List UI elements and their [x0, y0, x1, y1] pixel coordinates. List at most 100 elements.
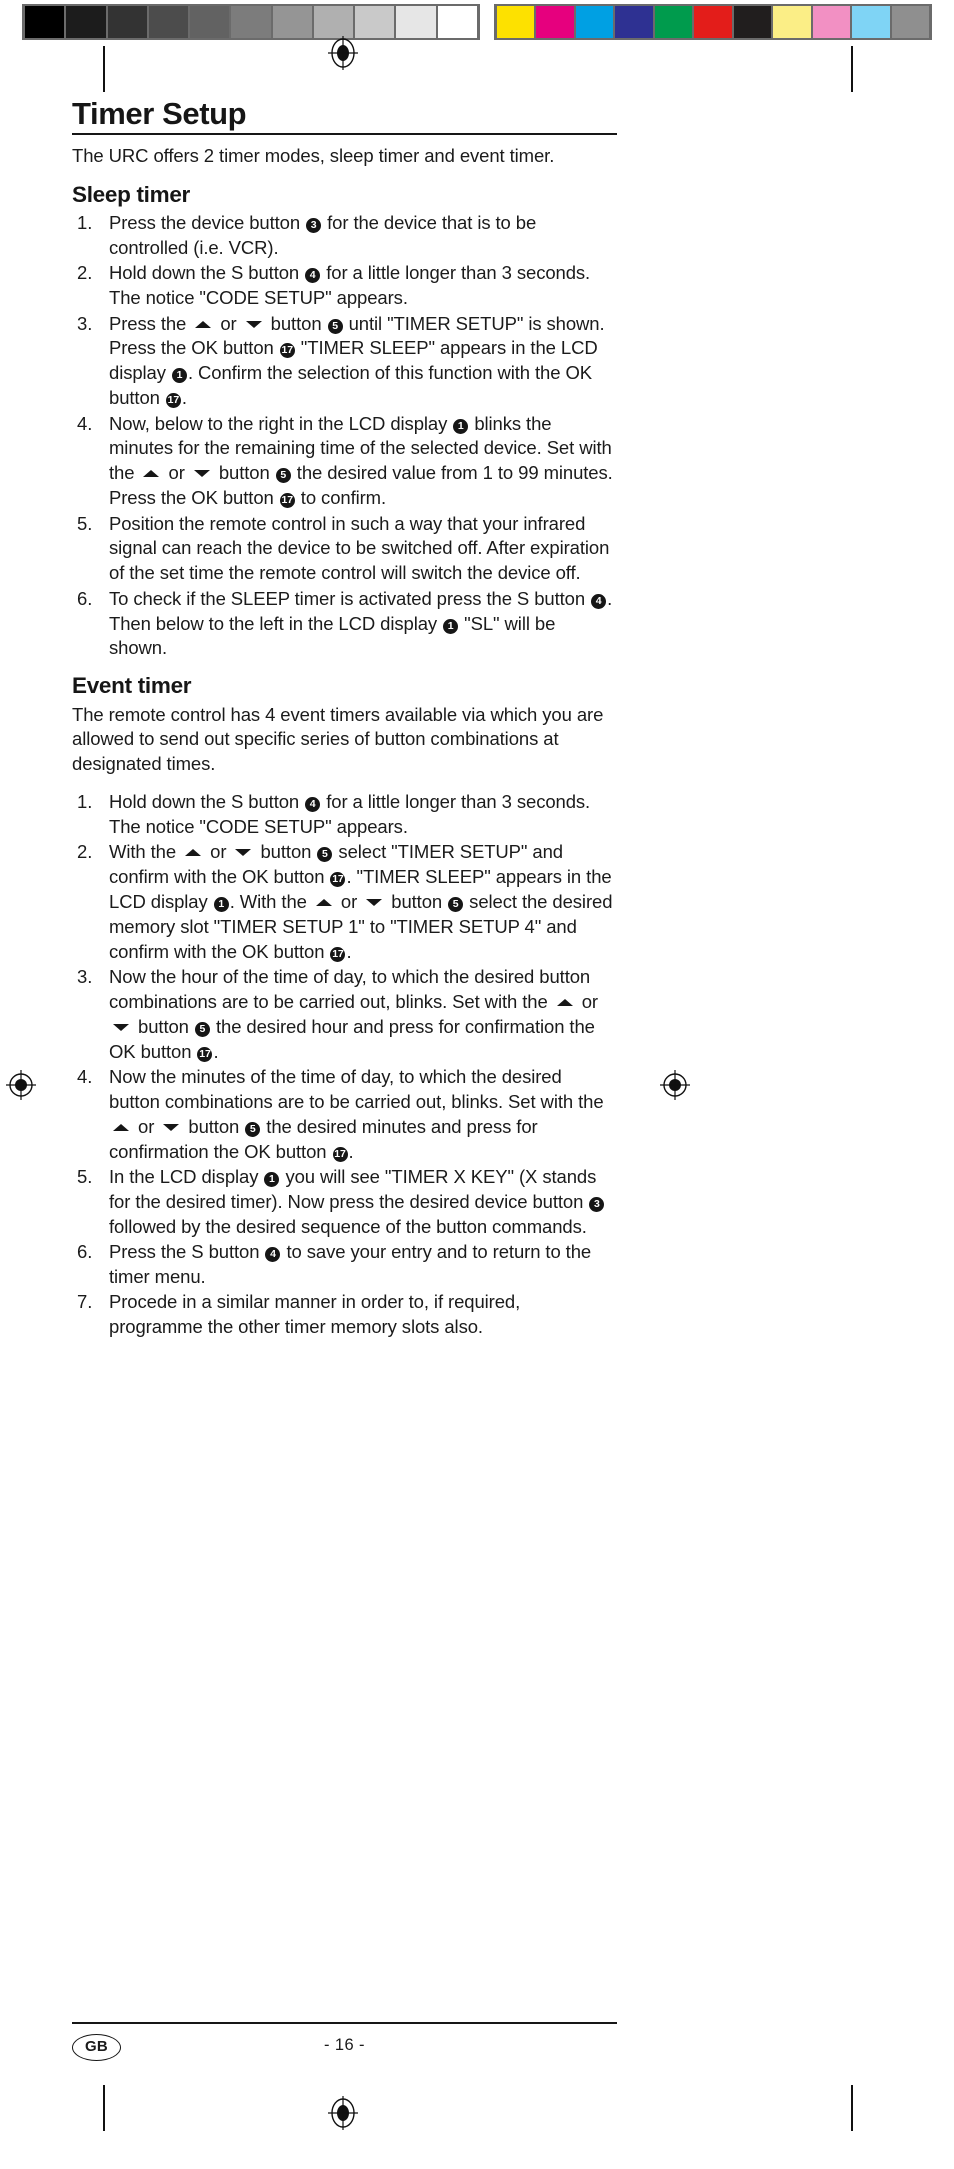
step-number: 1.: [77, 212, 93, 234]
step-item: 2. With the or button 5 select "TIMER SET…: [72, 840, 617, 964]
print-calibration-strip: [22, 4, 932, 40]
calibration-swatch-gray-1: [66, 6, 106, 38]
step-text: Now the minutes of the time of day, to w…: [109, 1066, 604, 1112]
reference-marker-17: 17: [279, 343, 295, 359]
step-text: Press the S button: [109, 1241, 265, 1263]
calibration-swatch-gray-5: [231, 6, 271, 38]
step-number: 5.: [77, 512, 93, 534]
step-text: the desired minutes and press for confir…: [109, 1115, 538, 1162]
reference-marker-1: 1: [453, 418, 469, 434]
reference-marker-17: 17: [330, 872, 346, 888]
calibration-swatch-color-8: [812, 6, 851, 38]
reference-marker-17: 17: [330, 946, 346, 962]
step-item: 3. Press the or button 5 until "TIMER SET…: [72, 312, 617, 412]
footer-divider: [72, 2022, 617, 2025]
step-item: 4. Now, below to the right in the LCD dis…: [72, 412, 617, 512]
calibration-swatch-gray-7: [313, 6, 354, 38]
reference-marker-1: 1: [264, 1172, 280, 1188]
reference-marker-5: 5: [448, 896, 464, 912]
calibration-swatch-gray-10: [437, 6, 477, 38]
reference-marker-1: 1: [443, 618, 459, 634]
reference-marker-4: 4: [305, 796, 321, 812]
grayscale-calibration-bar: [22, 4, 480, 40]
calibration-swatch-color-0: [497, 6, 535, 38]
step-text: button: [386, 890, 448, 912]
arrow-down-icon: [366, 898, 383, 906]
step-item: 5. Position the remote control in such a …: [72, 512, 617, 587]
title-divider: [72, 132, 617, 136]
step-number: 7.: [77, 1291, 93, 1313]
reference-marker-4: 4: [591, 593, 607, 609]
step-item: 5. In the LCD display 1 you will see "TIM…: [72, 1165, 617, 1240]
step-number: 3.: [77, 312, 93, 334]
step-text: Now the hour of the time of day, to whic…: [109, 966, 591, 1012]
calibration-swatch-color-10: [891, 6, 929, 38]
step-number: 2.: [77, 841, 93, 863]
step-number: 6.: [77, 587, 93, 609]
calibration-swatch-color-4: [654, 6, 693, 38]
calibration-swatch-color-3: [615, 6, 653, 38]
page-footer: GB - 16 -: [72, 2022, 617, 2062]
step-number: 1.: [77, 790, 93, 812]
sections-container: Sleep timer 1. Press the device button 3 f…: [72, 182, 617, 1340]
step-text: or: [133, 1115, 160, 1137]
calibration-swatch-gray-4: [190, 6, 230, 38]
reference-marker-3: 3: [306, 218, 322, 234]
manual-page-content: Timer Setup The URC offers 2 timer modes…: [72, 96, 617, 1341]
step-text: .: [181, 387, 187, 409]
calibration-swatch-gray-2: [107, 6, 147, 38]
page-title: Timer Setup: [72, 96, 247, 131]
reference-marker-17: 17: [197, 1046, 213, 1062]
reference-marker-1: 1: [171, 368, 187, 384]
registration-target-icon-top: [326, 36, 360, 70]
arrow-down-icon: [245, 320, 262, 328]
calibration-swatch-color-6: [733, 6, 772, 38]
step-number: 3.: [77, 966, 93, 988]
step-text: button: [213, 462, 275, 484]
step-text: Hold down the S button: [109, 262, 305, 284]
registration-target-icon-bottom: [326, 2096, 360, 2130]
section-heading: Sleep timer: [72, 181, 191, 207]
arrow-down-icon: [113, 1023, 129, 1031]
step-text: or: [335, 890, 363, 912]
step-text: Hold down the S button: [109, 790, 305, 812]
crop-mark-bottom-right: [851, 2085, 853, 2131]
step-text: .: [346, 940, 352, 962]
step-number: 6.: [77, 1241, 93, 1263]
reference-marker-5: 5: [194, 1021, 210, 1037]
arrow-up-icon: [185, 849, 202, 857]
step-item: 1. Hold down the S button 4 for a little …: [72, 790, 617, 840]
registration-target-icon-left: [4, 1068, 38, 1102]
step-number: 4.: [77, 1066, 93, 1088]
calibration-swatch-gray-3: [148, 6, 189, 38]
crop-mark-top-right: [851, 46, 853, 92]
calibration-swatch-color-9: [852, 6, 890, 38]
step-text: Position the remote control in such a wa…: [109, 512, 610, 584]
reference-marker-4: 4: [305, 268, 321, 284]
calibration-swatch-gray-0: [25, 6, 65, 38]
step-text: button: [133, 1015, 194, 1037]
step-text: Press the device button: [109, 212, 306, 234]
step-text: Procede in a similar manner in order to,…: [109, 1291, 521, 1338]
calibration-swatch-color-7: [773, 6, 811, 38]
page-number: - 16 -: [324, 2036, 365, 2055]
reference-marker-5: 5: [275, 468, 291, 484]
reference-marker-5: 5: [317, 847, 333, 863]
calibration-swatch-gray-8: [355, 6, 395, 38]
step-item: 1. Press the device button 3 for the devi…: [72, 211, 617, 261]
reference-marker-3: 3: [589, 1196, 605, 1212]
reference-marker-17: 17: [165, 393, 181, 409]
arrow-down-icon: [235, 849, 252, 857]
step-item: 6. To check if the SLEEP timer is activat…: [72, 587, 617, 662]
arrow-up-icon: [113, 1123, 129, 1131]
arrow-up-icon: [195, 320, 212, 328]
step-text: With the: [109, 841, 182, 863]
reference-marker-5: 5: [245, 1121, 261, 1137]
step-text: or: [163, 462, 190, 484]
arrow-up-icon: [143, 470, 160, 478]
step-text: To check if the SLEEP timer is activated…: [109, 587, 591, 609]
calibration-swatch-gray-9: [396, 6, 436, 38]
reference-marker-17: 17: [279, 493, 295, 509]
step-text: Now, below to the right in the LCD displ…: [109, 412, 453, 434]
calibration-swatch-color-5: [694, 6, 732, 38]
